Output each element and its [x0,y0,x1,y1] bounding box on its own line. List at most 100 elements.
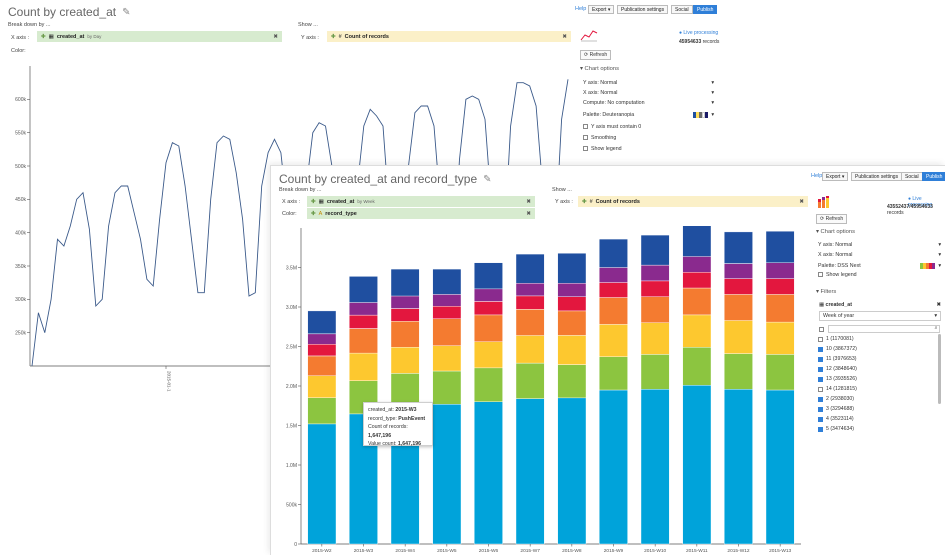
text-field-icon: A [318,210,323,217]
publication-settings-button[interactable]: Publication settings [617,5,669,14]
filter-list-scrollbar[interactable] [938,334,941,404]
filter-checkbox[interactable] [818,406,823,412]
publication-settings-button[interactable]: Publication settings [851,172,903,181]
bar-segment [682,314,712,348]
filter-item[interactable]: 11 (3976653) [818,354,933,364]
x-axis-scale-select[interactable]: X axis: Normal ▾ [818,252,941,258]
x-axis-field-pill[interactable]: ✚ ▦ created_at by Day ✖ [37,31,282,42]
y-tick-label: 250k [15,330,26,336]
help-link[interactable]: Help [811,173,822,179]
y-tick-label: 400k [15,230,26,236]
remove-x-axis-icon[interactable]: ✖ [273,34,278,40]
smoothing-checkbox[interactable]: Smoothing [583,135,616,141]
filter-item[interactable]: 4 (3523114) [818,414,933,424]
color-field-pill[interactable]: ✚ A record_type ✖ [307,208,535,219]
chart-options-header[interactable]: ▾ Chart options [580,66,619,72]
filter-item[interactable]: 10 (3867372) [818,344,933,354]
filter-search-input[interactable]: ⌕ [828,325,941,333]
chart-options-header[interactable]: ▾ Chart options [816,229,855,235]
y-tick-label: 300k [15,297,26,303]
records-count: 45954633 records [679,39,720,45]
filter-mode-select[interactable]: Week of year ▾ [819,311,941,321]
y-tick-label: 500k [15,164,26,170]
show-legend-checkbox[interactable]: Show legend [583,146,622,152]
remove-color-icon[interactable]: ✖ [526,211,531,217]
filter-item-label: 10 (3867372) [826,346,857,352]
palette-select[interactable]: Palette: Deuteranopia ▾ [583,112,714,118]
color-label: Color: [282,211,297,217]
y-tick-label: 3.0M [286,305,297,311]
y-axis-scale-select[interactable]: Y axis: Normal ▾ [818,242,941,248]
refresh-button[interactable]: ⟳ Refresh [580,50,612,60]
y-axis-measure-pill[interactable]: ✚ # Count of records ✖ [327,31,571,42]
filter-value-list: 1 (1170081) 10 (3867372) 11 (3976653) 12 (3… [818,334,933,434]
x-tick-label: 2015-W4 [395,548,415,554]
help-link[interactable]: Help [575,6,586,12]
social-button[interactable]: Social [671,5,693,14]
filter-select-all[interactable]: ⌕ [819,325,941,333]
x-axis-scale-select[interactable]: X axis: Normal ▾ [583,90,714,96]
show-legend-checkbox[interactable]: Show legend [818,272,857,278]
export-button[interactable]: Export ▾ [822,172,849,181]
filter-item[interactable]: 1 (1170081) [818,334,933,344]
filter-checkbox[interactable] [818,426,823,432]
filter-item[interactable]: 14 (1281815) [818,384,933,394]
records-count: 43552437/45954633 records [887,204,933,216]
filter-item[interactable]: 2 (2938030) [818,394,933,404]
publish-button[interactable]: Publish [693,5,718,14]
bar-segment [724,320,753,354]
filter-item[interactable]: 3 (3294688) [818,404,933,414]
page-title: Count by created_at and record_type ✎ [279,172,492,186]
filters-header[interactable]: ▾ Filters [816,289,836,295]
bar-segment [557,283,587,297]
filter-checkbox[interactable] [818,416,823,422]
filter-item[interactable]: 12 (3848640) [818,364,933,374]
bar-tooltip: created_at: 2015-W3 record_type: PushEve… [363,402,433,447]
social-button[interactable]: Social [901,172,923,181]
break-down-label: Break down by ... [8,22,51,28]
y-tick-label: 2.5M [286,344,297,350]
filter-checkbox[interactable] [818,336,823,342]
bar-segment [765,262,795,279]
bar-segment [724,294,753,321]
bar-segment [557,364,587,399]
x-axis-label: X axis : [11,35,30,41]
filter-item-label: 3 (3294688) [826,406,854,412]
x-axis-field-pill[interactable]: ✚ ▦ created_at by Week ✖ [307,196,535,207]
stacked-bar-chart-type-icon[interactable] [817,195,831,209]
y-axis-label: Y axis : [555,199,573,205]
edit-pencil-icon[interactable]: ✎ [122,7,130,18]
edit-pencil-icon[interactable]: ✎ [483,174,491,185]
remove-filter-icon[interactable]: ✖ [937,302,941,308]
y-tick-label: 2.0M [286,384,297,390]
line-chart-type-icon[interactable] [580,28,598,42]
y-axis-measure-pill[interactable]: ✚ # Count of records ✖ [578,196,808,207]
refresh-button[interactable]: ⟳ Refresh [816,214,848,224]
remove-y-axis-icon[interactable]: ✖ [562,34,567,40]
calendar-icon: ▦ [819,302,825,308]
export-button[interactable]: Export ▾ [588,5,615,14]
x-axis-field-sub: by Week [357,199,375,204]
y-zero-checkbox[interactable]: Y axis must contain 0 [583,124,641,130]
publish-button[interactable]: Publish [922,172,945,181]
remove-y-axis-icon[interactable]: ✖ [799,199,804,205]
filter-item[interactable]: 5 (3474634) [818,424,933,434]
compute-select[interactable]: Compute: No computation ▾ [583,100,714,106]
bar-segment [724,278,753,295]
x-tick-label: 2015-W8 [562,548,582,554]
bar-segment [390,320,420,348]
filter-checkbox[interactable] [818,356,823,362]
filter-item[interactable]: 13 (3935526) [818,374,933,384]
filter-field-header: ▦ created_at ✖ [819,302,941,308]
bar-segment [432,305,462,319]
filter-checkbox[interactable] [818,366,823,372]
palette-select[interactable]: Palette: DSS Next ▾ [818,263,941,269]
filter-checkbox[interactable] [818,376,823,382]
bar-segment [682,287,712,316]
filter-checkbox[interactable] [818,386,823,392]
bar-segment [515,362,545,399]
y-axis-scale-select[interactable]: Y axis: Normal ▾ [583,80,714,86]
filter-checkbox[interactable] [818,346,823,352]
remove-x-axis-icon[interactable]: ✖ [526,199,531,205]
filter-checkbox[interactable] [818,396,823,402]
